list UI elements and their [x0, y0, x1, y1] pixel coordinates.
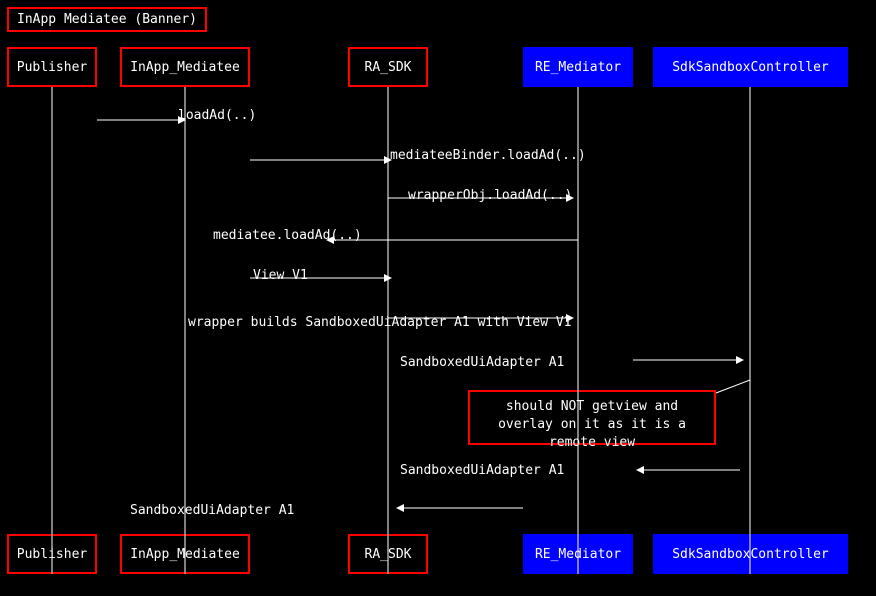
label-wrapper-builds: wrapper builds SandboxedUiAdapter A1 wit… [188, 315, 572, 330]
ra-sdk-bot: RA_SDK [348, 534, 428, 574]
label-loadad: loadAd(..) [178, 108, 256, 123]
label-sandboxed-2: SandboxedUiAdapter A1 [400, 463, 564, 478]
publisher-bot: Publisher [7, 534, 97, 574]
label-mediatee-binder: mediateeBinder.loadAd(..) [390, 148, 586, 163]
inapp-mediatee-top: InApp_Mediatee [120, 47, 250, 87]
sdk-sandbox-top: SdkSandboxController [653, 47, 848, 87]
re-mediator-bot: RE_Mediator [523, 534, 633, 574]
label-sandboxed-1: SandboxedUiAdapter A1 [400, 355, 564, 370]
diagram-title: InApp Mediatee (Banner) [7, 7, 207, 32]
inapp-mediatee-bot: InApp_Mediatee [120, 534, 250, 574]
label-view-v1: View V1 [253, 268, 308, 283]
label-wrapper-obj: wrapperObj.loadAd(..) [408, 188, 572, 203]
label-mediatee-loadad: mediatee.loadAd(..) [213, 228, 362, 243]
diagram-container: InApp Mediatee (Banner) Publisher InApp_… [0, 0, 876, 596]
note-text: should NOT getview andoverlay on it as i… [498, 399, 686, 450]
label-sandboxed-3: SandboxedUiAdapter A1 [130, 503, 294, 518]
publisher-top: Publisher [7, 47, 97, 87]
ra-sdk-top: RA_SDK [348, 47, 428, 87]
re-mediator-top: RE_Mediator [523, 47, 633, 87]
sdk-sandbox-bot: SdkSandboxController [653, 534, 848, 574]
note-should-not: should NOT getview andoverlay on it as i… [468, 390, 716, 445]
